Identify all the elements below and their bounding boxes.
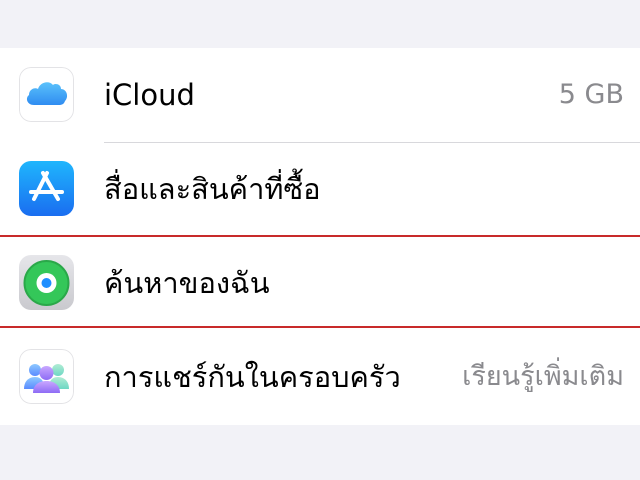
family-sharing-icon xyxy=(19,349,74,404)
app-store-icon xyxy=(19,161,74,216)
row-find-my[interactable]: ค้นหาของฉัน xyxy=(0,236,640,330)
find-my-icon xyxy=(19,255,74,310)
row-label: สื่อและสินค้าที่ซื้อ xyxy=(104,172,321,206)
storage-value: 5 GB xyxy=(558,79,624,110)
row-family-sharing[interactable]: การแชร์กันในครอบครัว เรียนรู้เพิ่มเติม xyxy=(0,330,640,425)
row-icloud[interactable]: iCloud 5 GB xyxy=(0,48,640,142)
row-label: iCloud xyxy=(104,78,195,112)
row-label: ค้นหาของฉัน xyxy=(104,266,270,300)
highlight-border-bottom xyxy=(0,326,640,328)
learn-more-link[interactable]: เรียนรู้เพิ่มเติม xyxy=(462,330,624,424)
row-label: การแชร์กันในครอบครัว xyxy=(104,360,401,394)
highlight-border-top xyxy=(0,235,640,237)
icloud-icon xyxy=(19,67,74,122)
row-media-purchases[interactable]: สื่อและสินค้าที่ซื้อ xyxy=(0,142,640,236)
